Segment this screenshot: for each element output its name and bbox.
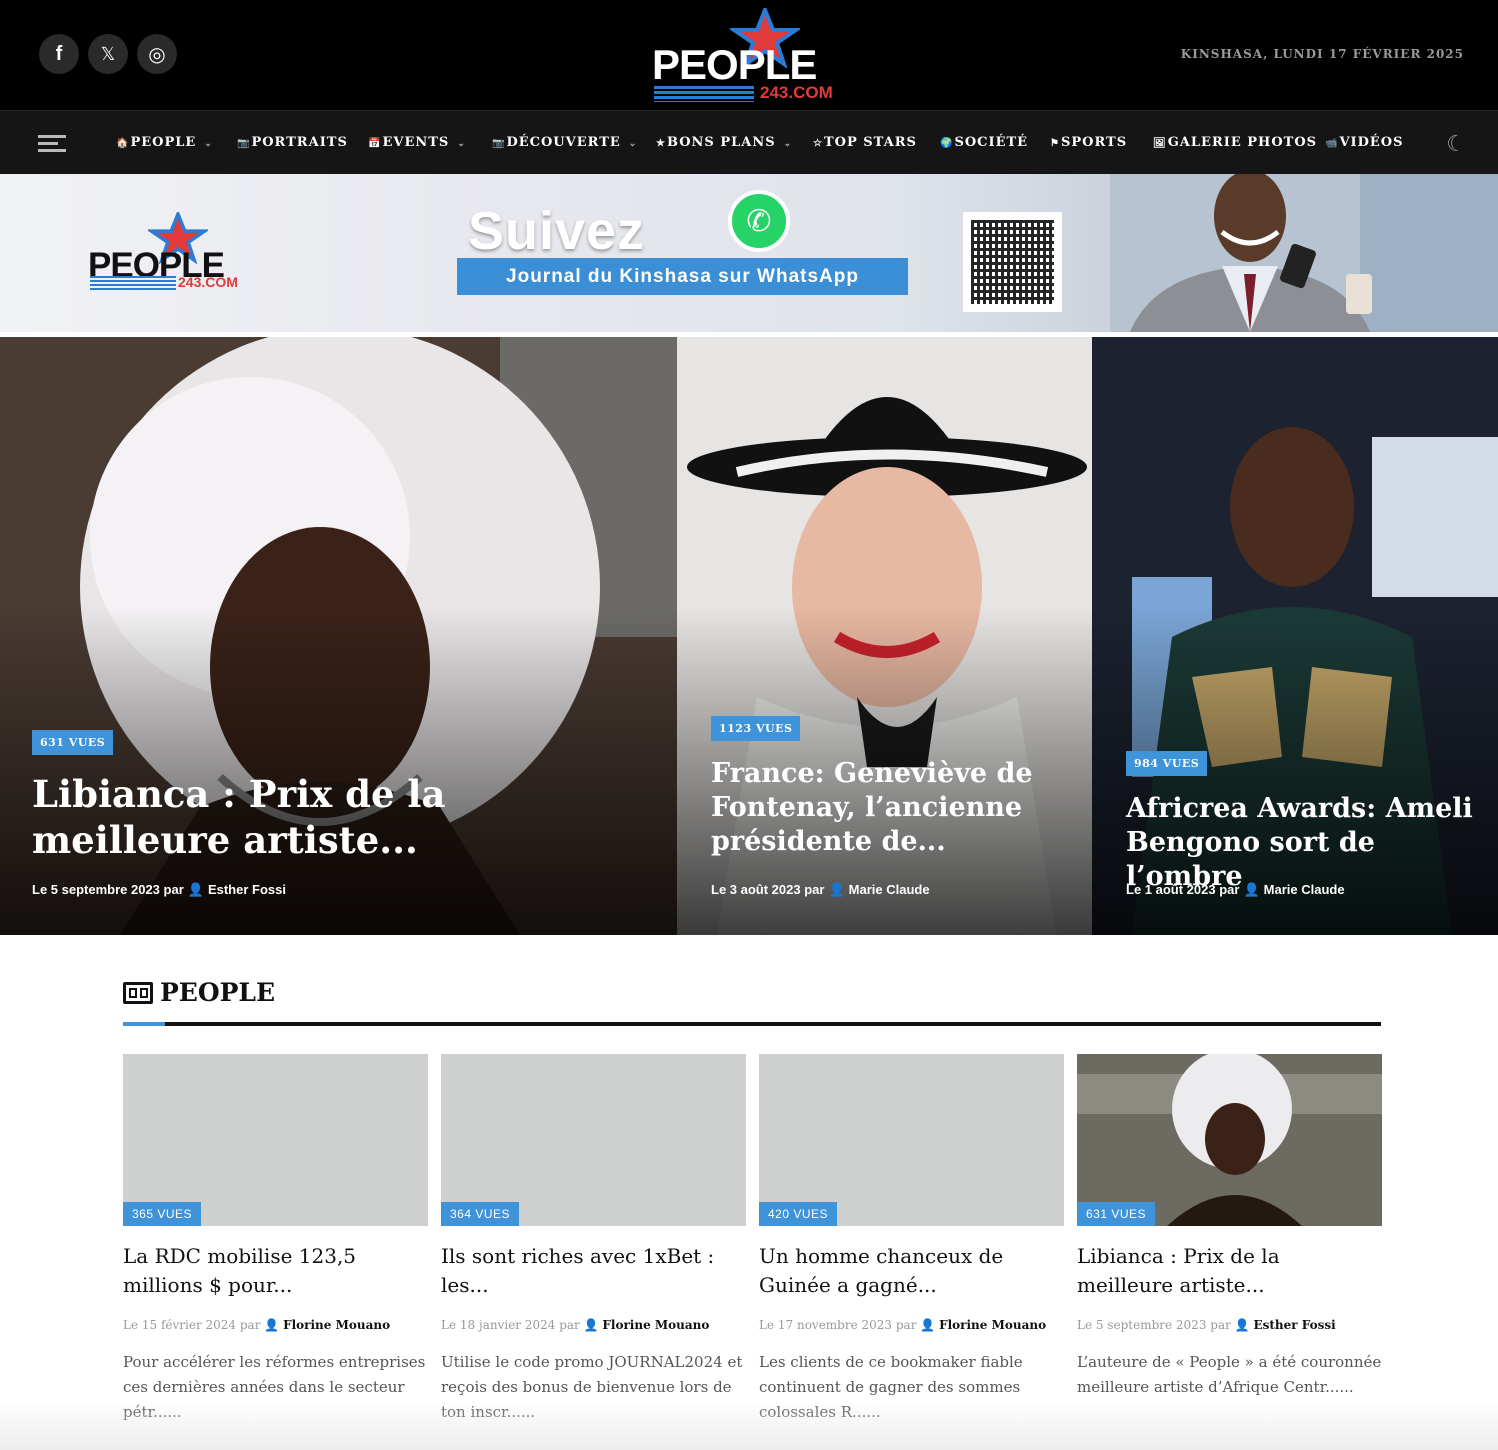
section-divider-accent bbox=[123, 1022, 165, 1026]
nav-item-galerie-photos[interactable]: 🖼GALERIE PHOTOS bbox=[1153, 135, 1317, 150]
article-meta: Le 5 septembre 2023 par 👤 Esther Fossi bbox=[1077, 1318, 1336, 1332]
whatsapp-banner-ad[interactable]: PEOPLE 243.COM Suivez ✆ Journal du Kinsh… bbox=[0, 174, 1498, 332]
section-divider bbox=[123, 1022, 1381, 1026]
nav-item-societe[interactable]: 🌍SOCIÉTÉ bbox=[940, 135, 1028, 150]
article-excerpt: L’auteure de « People » a été couronnée … bbox=[1077, 1353, 1382, 1396]
hero-story-3[interactable]: 984 VUES Africrea Awards: Ameli Bengono … bbox=[1092, 337, 1498, 935]
nav-item-videos[interactable]: 📹VIDÉOS bbox=[1325, 135, 1404, 150]
facebook-icon[interactable]: f bbox=[39, 34, 79, 74]
user-icon: 👤 bbox=[264, 1318, 280, 1332]
views-badge: 365 VUES bbox=[123, 1202, 202, 1226]
author-link[interactable]: Marie Claude bbox=[1264, 882, 1345, 897]
views-badge: 631 VUES bbox=[32, 730, 114, 755]
hero-story-2[interactable]: 1123 VUES France: Geneviève de Fontenay,… bbox=[677, 337, 1092, 935]
nav-item-events[interactable]: 📅EVENTS ⌄ bbox=[368, 135, 466, 150]
user-icon: 👤 bbox=[828, 882, 845, 897]
chevron-down-icon: ⌄ bbox=[457, 139, 466, 149]
home-icon: 🏠 bbox=[116, 138, 130, 149]
logo-domain: 243.COM bbox=[760, 83, 833, 102]
chevron-down-icon: ⌄ bbox=[628, 139, 638, 149]
flag-icon: ⚑ bbox=[1050, 138, 1060, 149]
logo-stripes bbox=[654, 86, 754, 102]
header-date: KINSHASA, LUNDI 17 FÉVRIER 2025 bbox=[1180, 47, 1464, 61]
banner-subline: Journal du Kinshasa sur WhatsApp bbox=[457, 258, 908, 295]
banner-headline: Suivez bbox=[468, 201, 646, 261]
article-thumbnail[interactable]: 420 VUES bbox=[759, 1054, 1064, 1226]
hero-title[interactable]: Africrea Awards: Ameli Bengono sort de l… bbox=[1126, 792, 1476, 893]
camera-icon: 📷 bbox=[237, 138, 251, 149]
article-title[interactable]: Libianca : Prix de la meilleure artiste.… bbox=[1077, 1242, 1382, 1300]
nav-item-top-stars[interactable]: ☆TOP STARS bbox=[813, 135, 917, 150]
article-thumbnail[interactable]: 631 VUES bbox=[1077, 1054, 1382, 1226]
nav-item-sports[interactable]: ⚑SPORTS bbox=[1050, 135, 1127, 150]
hero-title[interactable]: Libianca : Prix de la meilleure artiste.… bbox=[32, 771, 552, 864]
user-icon: 👤 bbox=[583, 1318, 599, 1332]
x-icon[interactable]: 𝕏 bbox=[88, 34, 128, 74]
views-badge: 631 VUES bbox=[1077, 1202, 1156, 1226]
article-card: 420 VUES Un homme chanceux de Guinée a g… bbox=[759, 1054, 1064, 1425]
author-link[interactable]: Esther Fossi bbox=[1253, 1318, 1335, 1332]
user-icon: 👤 bbox=[187, 882, 204, 897]
article-title[interactable]: Un homme chanceux de Guinée a gagné... bbox=[759, 1242, 1064, 1300]
main-nav: 🏠PEOPLE ⌄ 📷PORTRAITS 📅EVENTS ⌄ 📷DÉCOUVERTE… bbox=[0, 110, 1498, 174]
chevron-down-icon: ⌄ bbox=[783, 139, 793, 149]
site-logo[interactable]: PEOPLE 243.COM bbox=[650, 8, 850, 104]
views-badge: 1123 VUES bbox=[711, 716, 801, 741]
user-icon: 👤 bbox=[1234, 1318, 1250, 1332]
user-icon: 👤 bbox=[1243, 882, 1260, 897]
author-link[interactable]: Florine Mouano bbox=[939, 1318, 1046, 1332]
author-link[interactable]: Esther Fossi bbox=[208, 882, 286, 897]
chevron-down-icon: ⌄ bbox=[204, 139, 213, 149]
camera-icon: 📷 bbox=[492, 138, 506, 149]
article-thumbnail[interactable]: 364 VUES bbox=[441, 1054, 746, 1226]
author-link[interactable]: Florine Mouano bbox=[283, 1318, 390, 1332]
image-icon: 🖼 bbox=[1153, 138, 1167, 149]
section-title[interactable]: PEOPLE bbox=[160, 978, 275, 1007]
hamburger-menu-icon[interactable] bbox=[38, 135, 66, 153]
bottom-fade bbox=[0, 1400, 1498, 1450]
hero-meta: Le 3 août 2023 par 👤 Marie Claude bbox=[711, 882, 930, 897]
article-card: 631 VUES Libianca : Prix de la meilleure… bbox=[1077, 1054, 1382, 1400]
star-icon: ★ bbox=[656, 138, 666, 149]
globe-icon: 🌍 bbox=[940, 138, 954, 149]
banner-logo: PEOPLE 243.COM bbox=[88, 212, 258, 302]
nav-item-bons-plans[interactable]: ★BONS PLANS ⌄ bbox=[656, 135, 792, 150]
article-meta: Le 17 novembre 2023 par 👤 Florine Mouano bbox=[759, 1318, 1047, 1332]
nav-item-portraits[interactable]: 📷PORTRAITS bbox=[237, 135, 348, 150]
article-meta: Le 15 février 2024 par 👤 Florine Mouano bbox=[123, 1318, 391, 1332]
article-title[interactable]: La RDC mobilise 123,5 millions $ pour... bbox=[123, 1242, 428, 1300]
banner-photo bbox=[1110, 174, 1498, 332]
user-icon: 👤 bbox=[920, 1318, 936, 1332]
article-title[interactable]: Ils sont riches avec 1xBet : les... bbox=[441, 1242, 746, 1300]
hero-story-1[interactable]: 631 VUES Libianca : Prix de la meilleure… bbox=[0, 337, 677, 935]
author-link[interactable]: Florine Mouano bbox=[602, 1318, 709, 1332]
author-link[interactable]: Marie Claude bbox=[849, 882, 930, 897]
article-image bbox=[1077, 1054, 1382, 1226]
article-card: 364 VUES Ils sont riches avec 1xBet : le… bbox=[441, 1054, 746, 1425]
nav-item-people[interactable]: 🏠PEOPLE ⌄ bbox=[116, 135, 213, 150]
article-thumbnail[interactable]: 365 VUES bbox=[123, 1054, 428, 1226]
top-header: f 𝕏 ◎ PEOPLE 243.COM KINSHASA, LUNDI 17 … bbox=[0, 0, 1498, 110]
hero-meta: Le 1 août 2023 par 👤 Marie Claude bbox=[1126, 882, 1345, 897]
views-badge: 420 VUES bbox=[759, 1202, 838, 1226]
hero-title[interactable]: France: Geneviève de Fontenay, l’ancienn… bbox=[711, 757, 1071, 858]
qr-code bbox=[963, 212, 1062, 312]
instagram-icon[interactable]: ◎ bbox=[137, 34, 177, 74]
newspaper-icon bbox=[123, 982, 153, 1004]
nav-item-decouverte[interactable]: 📷DÉCOUVERTE ⌄ bbox=[492, 135, 637, 150]
article-card: 365 VUES La RDC mobilise 123,5 millions … bbox=[123, 1054, 428, 1425]
video-icon: 📹 bbox=[1325, 138, 1339, 149]
whatsapp-icon: ✆ bbox=[728, 190, 790, 252]
hero-meta: Le 5 septembre 2023 par 👤 Esther Fossi bbox=[32, 882, 286, 897]
star-outline-icon: ☆ bbox=[813, 138, 823, 149]
article-meta: Le 18 janvier 2024 par 👤 Florine Mouano bbox=[441, 1318, 710, 1332]
calendar-icon: 📅 bbox=[368, 138, 382, 149]
logo-wordmark: PEOPLE bbox=[652, 41, 817, 88]
dark-mode-toggle-icon[interactable]: ☾ bbox=[1446, 131, 1466, 157]
views-badge: 364 VUES bbox=[441, 1202, 520, 1226]
views-badge: 984 VUES bbox=[1126, 751, 1208, 776]
